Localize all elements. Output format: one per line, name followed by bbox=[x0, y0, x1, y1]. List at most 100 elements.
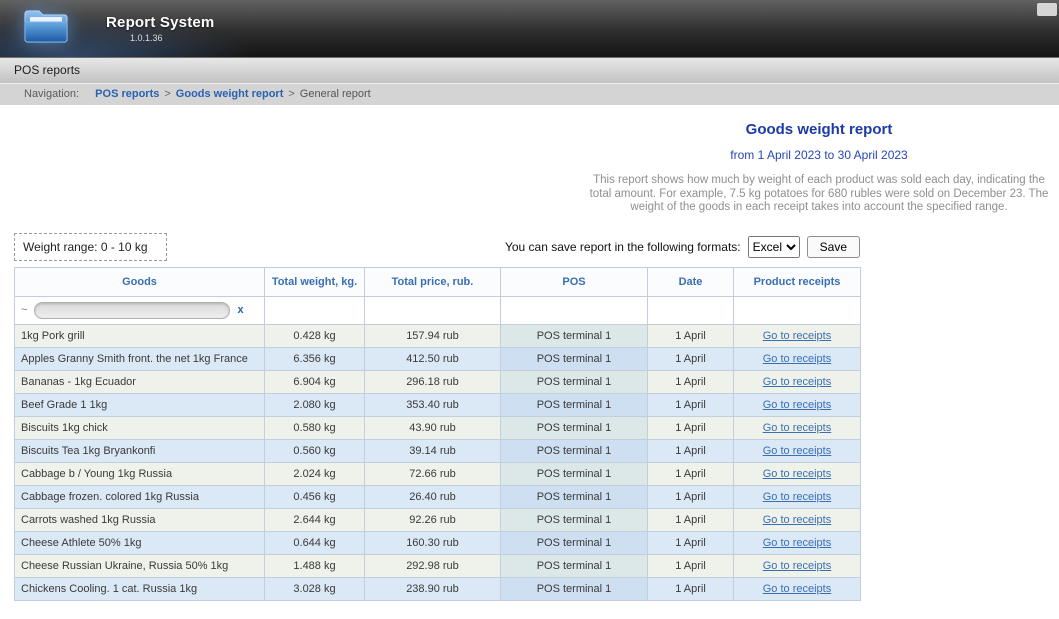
price-cell: 412.50 rub bbox=[365, 347, 501, 370]
table-row: Cabbage frozen. colored 1kg Russia 0.456… bbox=[15, 485, 861, 508]
pos-cell: POS terminal 1 bbox=[501, 439, 648, 462]
weight-cell: 2.080 kg bbox=[265, 393, 365, 416]
weight-cell: 2.644 kg bbox=[265, 508, 365, 531]
header-product-receipts: Product receipts bbox=[734, 267, 861, 296]
app-title-block: Report System 1.0.1.36 bbox=[106, 14, 214, 43]
save-button[interactable]: Save bbox=[807, 236, 860, 258]
goods-cell: Cabbage frozen. colored 1kg Russia bbox=[15, 485, 265, 508]
weight-cell: 0.456 kg bbox=[265, 485, 365, 508]
price-cell: 157.94 rub bbox=[365, 324, 501, 347]
receipts-cell: Go to receipts bbox=[734, 508, 861, 531]
pos-cell: POS terminal 1 bbox=[501, 531, 648, 554]
receipts-cell: Go to receipts bbox=[734, 577, 861, 600]
weight-cell: 1.488 kg bbox=[265, 554, 365, 577]
receipts-cell: Go to receipts bbox=[734, 531, 861, 554]
table-row: Chickens Cooling. 1 cat. Russia 1kg 3.02… bbox=[15, 577, 861, 600]
go-to-receipts-link[interactable]: Go to receipts bbox=[763, 491, 831, 503]
weight-cell: 2.024 kg bbox=[265, 462, 365, 485]
date-cell: 1 April bbox=[648, 508, 734, 531]
format-select[interactable]: Excel bbox=[748, 236, 800, 258]
clear-filter-button[interactable]: x bbox=[237, 304, 243, 316]
section-bar: POS reports bbox=[0, 57, 1059, 83]
date-cell: 1 April bbox=[648, 416, 734, 439]
goods-cell: Chickens Cooling. 1 cat. Russia 1kg bbox=[15, 577, 265, 600]
go-to-receipts-link[interactable]: Go to receipts bbox=[763, 560, 831, 572]
price-cell: 238.90 rub bbox=[365, 577, 501, 600]
scrollbar-thumb[interactable] bbox=[1037, 3, 1057, 16]
goods-cell: Bananas - 1kg Ecuador bbox=[15, 370, 265, 393]
breadcrumb-separator: > bbox=[164, 88, 170, 100]
report-title: Goods weight report bbox=[581, 121, 1057, 138]
date-cell: 1 April bbox=[648, 347, 734, 370]
table-row: Bananas - 1kg Ecuador 6.904 kg 296.18 ru… bbox=[15, 370, 861, 393]
tilde-label: ~ bbox=[21, 304, 27, 316]
goods-filter-input[interactable] bbox=[34, 302, 230, 319]
breadcrumb-link-pos-reports[interactable]: POS reports bbox=[95, 88, 159, 100]
filter-row: ~ x bbox=[15, 296, 861, 324]
header-total-weight: Total weight, kg. bbox=[265, 267, 365, 296]
date-cell: 1 April bbox=[648, 393, 734, 416]
receipts-cell: Go to receipts bbox=[734, 370, 861, 393]
report-table: Goods Total weight, kg. Total price, rub… bbox=[14, 267, 861, 601]
go-to-receipts-link[interactable]: Go to receipts bbox=[763, 376, 831, 388]
pos-cell: POS terminal 1 bbox=[501, 508, 648, 531]
go-to-receipts-link[interactable]: Go to receipts bbox=[763, 353, 831, 365]
pos-cell: POS terminal 1 bbox=[501, 324, 648, 347]
save-controls: You can save report in the following for… bbox=[505, 236, 860, 258]
report-date-range: from 1 April 2023 to 30 April 2023 bbox=[581, 148, 1057, 162]
breadcrumb-label: Navigation: bbox=[24, 88, 79, 100]
header-date: Date bbox=[648, 267, 734, 296]
receipts-cell: Go to receipts bbox=[734, 485, 861, 508]
pos-cell: POS terminal 1 bbox=[501, 393, 648, 416]
report-heading: Goods weight report from 1 April 2023 to… bbox=[581, 121, 1057, 215]
report-table-body: 1kg Pork grill 0.428 kg 157.94 rub POS t… bbox=[15, 324, 861, 600]
date-cell: 1 April bbox=[648, 439, 734, 462]
app-header: Report System 1.0.1.36 bbox=[0, 0, 1059, 57]
go-to-receipts-link[interactable]: Go to receipts bbox=[763, 468, 831, 480]
receipts-cell: Go to receipts bbox=[734, 462, 861, 485]
table-row: 1kg Pork grill 0.428 kg 157.94 rub POS t… bbox=[15, 324, 861, 347]
go-to-receipts-link[interactable]: Go to receipts bbox=[763, 445, 831, 457]
price-cell: 160.30 rub bbox=[365, 531, 501, 554]
price-cell: 292.98 rub bbox=[365, 554, 501, 577]
receipts-cell: Go to receipts bbox=[734, 416, 861, 439]
goods-cell: Cheese Athlete 50% 1kg bbox=[15, 531, 265, 554]
controls-row: Weight range: 0 - 10 kg You can save rep… bbox=[14, 233, 860, 261]
app-version: 1.0.1.36 bbox=[130, 33, 214, 43]
receipts-cell: Go to receipts bbox=[734, 439, 861, 462]
go-to-receipts-link[interactable]: Go to receipts bbox=[763, 514, 831, 526]
breadcrumb-separator: > bbox=[288, 88, 294, 100]
table-row: Biscuits Tea 1kg Bryankonfi 0.560 kg 39.… bbox=[15, 439, 861, 462]
pos-cell: POS terminal 1 bbox=[501, 347, 648, 370]
date-cell: 1 April bbox=[648, 485, 734, 508]
go-to-receipts-link[interactable]: Go to receipts bbox=[763, 330, 831, 342]
goods-cell: Carrots washed 1kg Russia bbox=[15, 508, 265, 531]
table-row: Cheese Athlete 50% 1kg 0.644 kg 160.30 r… bbox=[15, 531, 861, 554]
weight-range-box: Weight range: 0 - 10 kg bbox=[14, 233, 167, 261]
go-to-receipts-link[interactable]: Go to receipts bbox=[763, 537, 831, 549]
goods-cell: Apples Granny Smith front. the net 1kg F… bbox=[15, 347, 265, 370]
price-cell: 353.40 rub bbox=[365, 393, 501, 416]
breadcrumb-current: General report bbox=[300, 88, 371, 100]
weight-cell: 6.904 kg bbox=[265, 370, 365, 393]
folder-icon bbox=[22, 6, 70, 46]
price-cell: 26.40 rub bbox=[365, 485, 501, 508]
report-description: This report shows how much by weight of … bbox=[581, 174, 1057, 215]
pos-cell: POS terminal 1 bbox=[501, 416, 648, 439]
go-to-receipts-link[interactable]: Go to receipts bbox=[763, 399, 831, 411]
table-row: Cheese Russian Ukraine, Russia 50% 1kg 1… bbox=[15, 554, 861, 577]
receipts-cell: Go to receipts bbox=[734, 554, 861, 577]
goods-cell: Beef Grade 1 1kg bbox=[15, 393, 265, 416]
weight-cell: 0.580 kg bbox=[265, 416, 365, 439]
app-logo bbox=[22, 6, 70, 51]
weight-cell: 3.028 kg bbox=[265, 577, 365, 600]
go-to-receipts-link[interactable]: Go to receipts bbox=[763, 583, 831, 595]
receipts-cell: Go to receipts bbox=[734, 393, 861, 416]
go-to-receipts-link[interactable]: Go to receipts bbox=[763, 422, 831, 434]
breadcrumb-link-goods-weight-report[interactable]: Goods weight report bbox=[176, 88, 284, 100]
price-cell: 72.66 rub bbox=[365, 462, 501, 485]
app-title: Report System bbox=[106, 14, 214, 31]
goods-cell: Cabbage b / Young 1kg Russia bbox=[15, 462, 265, 485]
goods-cell: Biscuits Tea 1kg Bryankonfi bbox=[15, 439, 265, 462]
pos-cell: POS terminal 1 bbox=[501, 554, 648, 577]
